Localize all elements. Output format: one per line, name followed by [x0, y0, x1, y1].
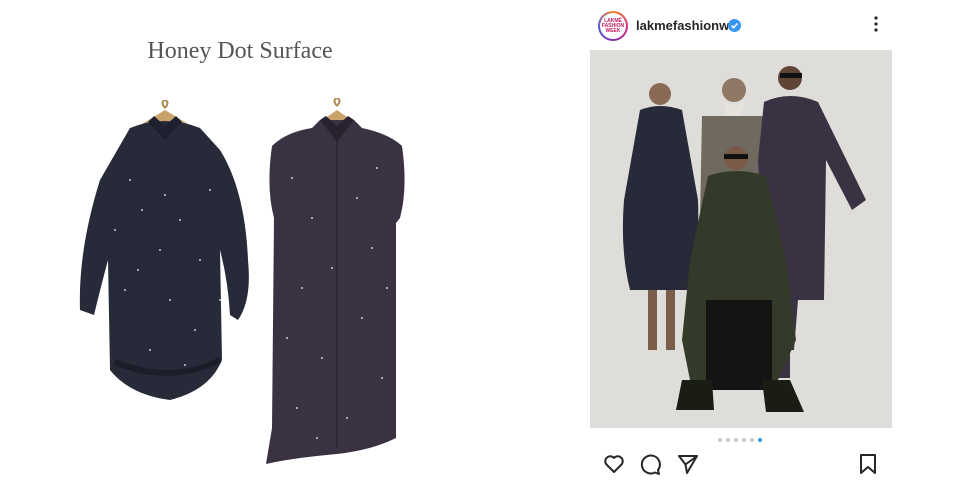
heart-icon[interactable] — [602, 452, 626, 476]
avatar[interactable]: LAKMÉ FASHION WEEK — [598, 11, 628, 41]
carousel-dot — [726, 438, 730, 442]
dress-garment — [79, 100, 249, 400]
verified-icon — [728, 19, 741, 32]
post-photo[interactable] — [590, 50, 892, 428]
long-vest-garment — [266, 98, 405, 464]
carousel-dot — [734, 438, 738, 442]
carousel-indicator[interactable] — [714, 436, 774, 444]
carousel-dot — [718, 438, 722, 442]
carousel-dot — [750, 438, 754, 442]
avatar-logo: LAKMÉ FASHION WEEK — [601, 17, 625, 34]
comment-icon[interactable] — [638, 452, 662, 476]
instagram-post: LAKMÉ FASHION WEEK lakmefashionwk — [590, 0, 892, 490]
carousel-dot-active — [758, 438, 762, 442]
more-icon[interactable] — [874, 15, 878, 33]
bookmark-icon[interactable] — [856, 452, 880, 476]
post-header: LAKMÉ FASHION WEEK lakmefashionwk — [590, 11, 892, 45]
username[interactable]: lakmefashionwk — [636, 18, 736, 33]
page-title: Honey Dot Surface — [147, 38, 333, 64]
carousel-dot — [742, 438, 746, 442]
share-icon[interactable] — [676, 452, 700, 476]
left-panel: Honey Dot Surface — [0, 0, 560, 490]
post-actions — [590, 450, 892, 480]
